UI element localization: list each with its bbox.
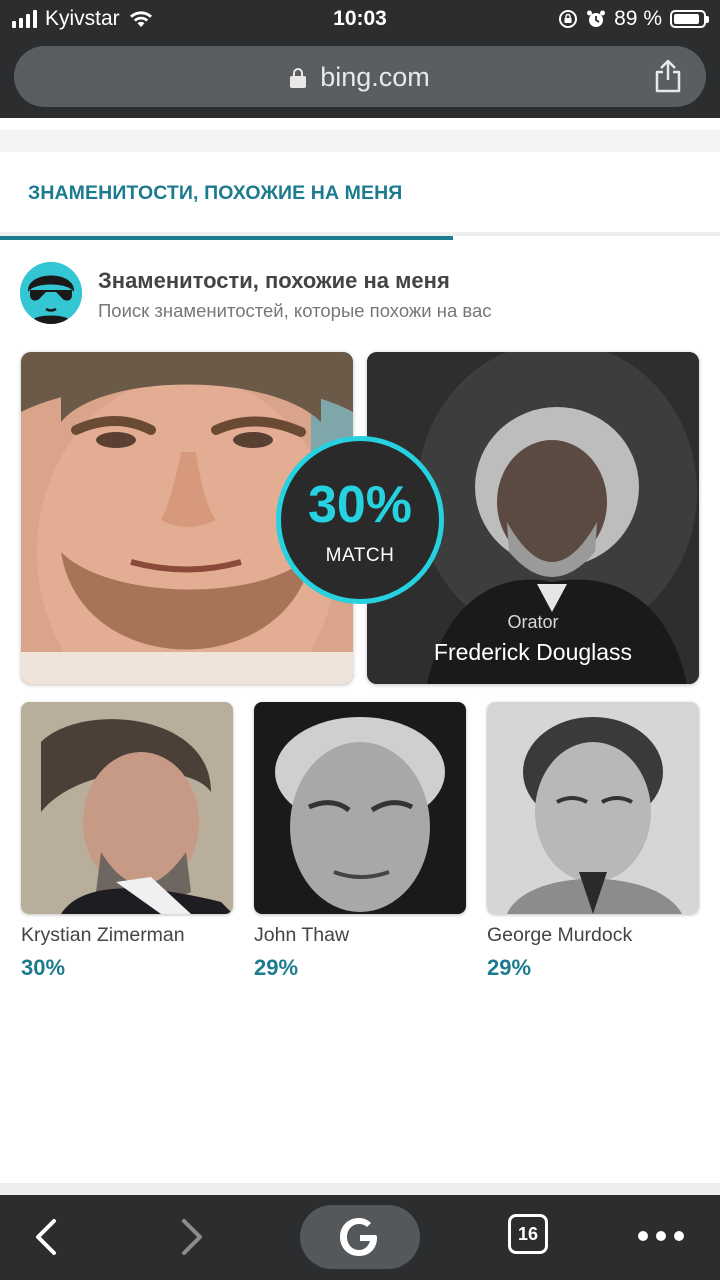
match-percent: 29%	[487, 955, 532, 980]
address-bar: bing.com	[0, 38, 720, 118]
google-search-button[interactable]	[300, 1205, 420, 1269]
url-display: bing.com	[14, 62, 706, 93]
match-card-thumbnail[interactable]	[487, 702, 699, 914]
battery-icon	[670, 10, 709, 28]
match-photo	[254, 702, 466, 914]
match-card-thumbnail[interactable]	[21, 702, 233, 914]
share-icon[interactable]	[652, 58, 684, 94]
match-photo	[21, 702, 233, 914]
match-percent: 30%	[307, 476, 413, 534]
celebrity-caption: Orator Frederick Douglass	[367, 612, 699, 666]
browser-toolbar: 16	[0, 1195, 720, 1280]
match-label: MATCH	[325, 545, 395, 566]
battery-fill	[674, 14, 699, 24]
sunglasses-face-icon	[20, 262, 82, 324]
app-subtitle: Поиск знаменитостей, которые похожи на в…	[98, 300, 492, 321]
page-bottom-band	[0, 1183, 720, 1195]
alarm-icon	[587, 10, 606, 27]
active-tab-indicator	[0, 236, 453, 240]
forward-icon	[182, 1219, 202, 1255]
tabs-button[interactable]: 16	[508, 1214, 548, 1254]
url-text: bing.com	[320, 62, 430, 92]
more-icon[interactable]	[638, 1231, 684, 1241]
google-icon	[340, 1218, 377, 1256]
app-title: Знаменитости, похожие на меня	[98, 268, 450, 293]
tab-strip: ЗНАМЕНИТОСТИ, ПОХОЖИЕ НА МЕНЯ	[0, 152, 720, 240]
match-photo	[487, 702, 699, 914]
match-percent: 30%	[21, 955, 66, 980]
match-name[interactable]: John Thaw	[254, 924, 349, 947]
match-name[interactable]: Krystian Zimerman	[21, 924, 185, 947]
match-badge: 30% MATCH	[276, 436, 444, 604]
back-button[interactable]	[24, 1205, 68, 1269]
celebrity-role: Orator	[507, 612, 559, 632]
status-bar: Kyivstar 10:03 89 %	[0, 0, 720, 38]
app-logo	[20, 262, 82, 324]
match-percent: 29%	[254, 955, 299, 980]
page-top-spacer	[0, 118, 720, 152]
lock-icon	[290, 67, 307, 88]
back-icon	[36, 1219, 56, 1255]
forward-button[interactable]	[170, 1205, 214, 1269]
tab-label: ЗНАМЕНИТОСТИ, ПОХОЖИЕ НА МЕНЯ	[28, 182, 403, 204]
match-name[interactable]: George Murdock	[487, 924, 632, 947]
match-card-thumbnail[interactable]	[254, 702, 466, 914]
app-header: Знаменитости, похожие на меня Поиск знам…	[20, 262, 700, 326]
celebrity-name: Frederick Douglass	[433, 639, 633, 665]
battery-percent: 89 %	[614, 7, 662, 30]
orientation-lock-icon	[559, 10, 578, 28]
url-field[interactable]: bing.com	[14, 46, 706, 107]
tab-celebrity-lookalike[interactable]: ЗНАМЕНИТОСТИ, ПОХОЖИЕ НА МЕНЯ	[0, 152, 453, 240]
status-right: 89 %	[558, 7, 709, 31]
